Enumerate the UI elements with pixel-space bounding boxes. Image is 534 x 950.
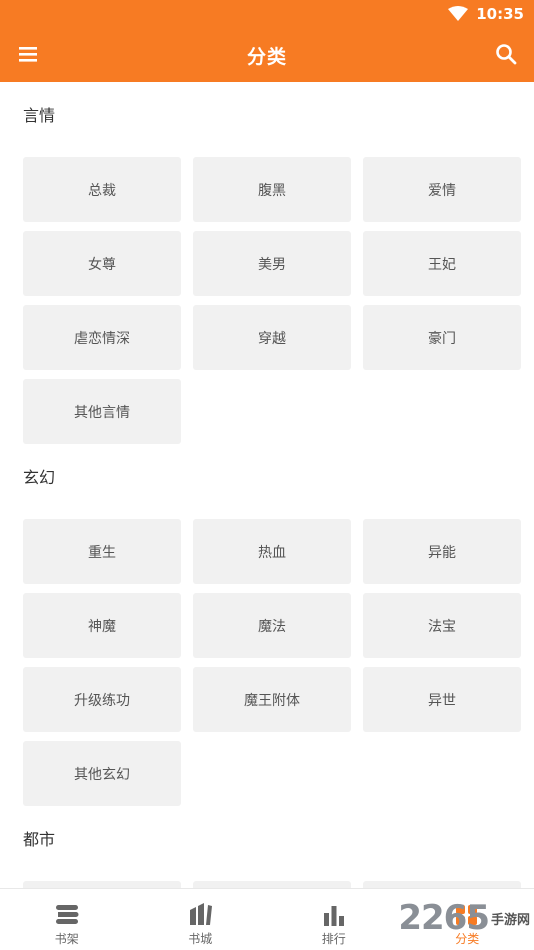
- category-tile[interactable]: [193, 881, 351, 888]
- category-tile[interactable]: 女尊: [23, 231, 181, 296]
- category-tile[interactable]: 总裁: [23, 157, 181, 222]
- category-tile[interactable]: 虐恋情深: [23, 305, 181, 370]
- category-tile[interactable]: 其他玄幻: [23, 741, 181, 806]
- category-tile[interactable]: 魔王附体: [193, 667, 351, 732]
- section-urban: 都市: [0, 806, 534, 888]
- status-bar: 10:35: [0, 0, 534, 28]
- tab-label: 排行: [322, 930, 346, 947]
- tab-label: 分类: [455, 930, 479, 947]
- category-tile[interactable]: 魔法: [193, 593, 351, 658]
- bookshelf-icon: [54, 904, 80, 926]
- category-icon: [454, 904, 480, 926]
- bottom-tab-bar: 书架 书城 排行 分类: [0, 888, 534, 950]
- category-tile[interactable]: 重生: [23, 519, 181, 584]
- tab-bookshelf[interactable]: 书架: [0, 889, 134, 950]
- section-romance: 言情 总裁 腹黑 爱情 女尊 美男 王妃 虐恋情深 穿越 豪门 其他言情: [0, 82, 534, 444]
- category-tile[interactable]: 异世: [363, 667, 521, 732]
- tab-label: 书城: [188, 930, 212, 947]
- wifi-icon: [448, 6, 468, 22]
- section-title: 玄幻: [0, 444, 534, 512]
- category-grid: 总裁 腹黑 爱情 女尊 美男 王妃 虐恋情深 穿越 豪门 其他言情: [0, 157, 534, 444]
- category-tile[interactable]: 爱情: [363, 157, 521, 222]
- tab-bookstore[interactable]: 书城: [134, 889, 268, 950]
- app-bar: 分类: [0, 28, 534, 82]
- category-tile[interactable]: 升级练功: [23, 667, 181, 732]
- category-tile[interactable]: [363, 881, 521, 888]
- section-title: 都市: [0, 806, 534, 874]
- tab-label: 书架: [55, 930, 79, 947]
- category-tile[interactable]: 神魔: [23, 593, 181, 658]
- category-tile[interactable]: 美男: [193, 231, 351, 296]
- category-tile[interactable]: 穿越: [193, 305, 351, 370]
- category-tile[interactable]: 法宝: [363, 593, 521, 658]
- category-grid: 重生 热血 异能 神魔 魔法 法宝 升级练功 魔王附体 异世 其他玄幻: [0, 519, 534, 806]
- search-button[interactable]: [494, 42, 518, 66]
- category-tile[interactable]: 豪门: [363, 305, 521, 370]
- tab-category[interactable]: 分类: [401, 889, 534, 950]
- category-tile[interactable]: 其他言情: [23, 379, 181, 444]
- section-title: 言情: [0, 82, 534, 150]
- category-list[interactable]: 言情 总裁 腹黑 爱情 女尊 美男 王妃 虐恋情深 穿越 豪门 其他言情 玄幻 …: [0, 82, 534, 888]
- category-tile[interactable]: 异能: [363, 519, 521, 584]
- bookstore-icon: [187, 902, 213, 926]
- category-grid: [0, 881, 534, 888]
- category-tile[interactable]: 腹黑: [193, 157, 351, 222]
- category-tile[interactable]: [23, 881, 181, 888]
- tab-ranking[interactable]: 排行: [267, 889, 401, 950]
- search-icon: [494, 42, 518, 66]
- page-title: 分类: [0, 42, 534, 69]
- status-time: 10:35: [476, 5, 524, 23]
- ranking-icon: [321, 904, 347, 926]
- category-tile[interactable]: 王妃: [363, 231, 521, 296]
- section-fantasy: 玄幻 重生 热血 异能 神魔 魔法 法宝 升级练功 魔王附体 异世 其他玄幻: [0, 444, 534, 806]
- category-tile[interactable]: 热血: [193, 519, 351, 584]
